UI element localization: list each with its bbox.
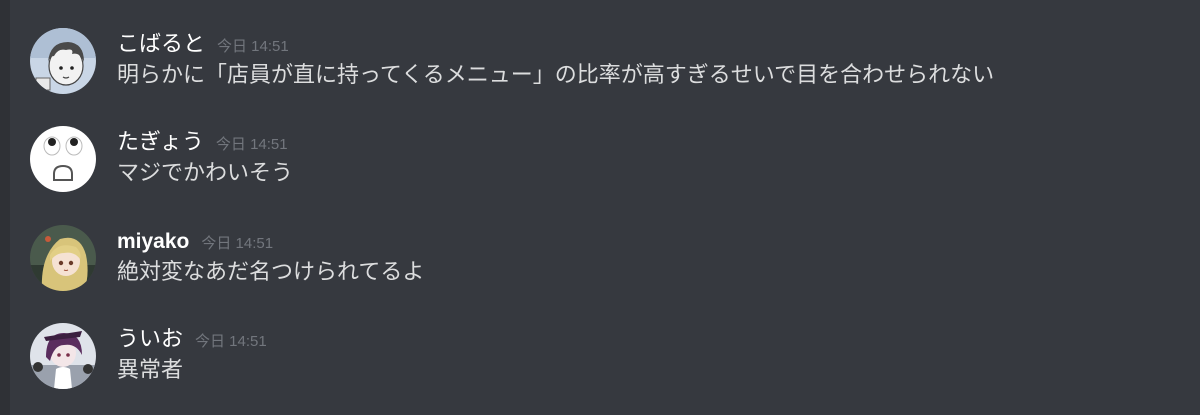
message-header: たぎょう 今日 14:51: [117, 130, 288, 156]
username[interactable]: miyako: [117, 229, 189, 255]
message-item: ういお 今日 14:51 異常者: [0, 323, 1200, 403]
message-item: こばると 今日 14:51 明らかに「店員が直に持ってくるメニュー」の比率が高す…: [0, 28, 1200, 108]
message-item: miyako 今日 14:51 絶対変なあだ名つけられてるよ: [0, 225, 1200, 305]
timestamp[interactable]: 今日 14:51: [217, 35, 289, 56]
message-text: 異常者: [117, 358, 184, 383]
message-header: ういお 今日 14:51: [117, 327, 267, 353]
message-text: 絶対変なあだ名つけられてるよ: [117, 260, 425, 285]
message-text: 明らかに「店員が直に持ってくるメニュー」の比率が高すぎるせいで目を合わせられない: [117, 63, 995, 88]
message-header: こばると 今日 14:51: [117, 32, 289, 58]
message-item: たぎょう 今日 14:51 マジでかわいそう: [0, 126, 1200, 206]
username[interactable]: ういお: [117, 327, 183, 353]
timestamp[interactable]: 今日 14:51: [216, 133, 288, 154]
message-header: miyako 今日 14:51: [117, 229, 273, 255]
username[interactable]: こばると: [117, 32, 205, 58]
chat-messages-pane: こばると 今日 14:51 明らかに「店員が直に持ってくるメニュー」の比率が高す…: [0, 0, 1200, 415]
avatar-kobaruto-icon[interactable]: [30, 28, 96, 94]
message-text: マジでかわいそう: [117, 161, 294, 186]
timestamp[interactable]: 今日 14:51: [195, 330, 267, 351]
username[interactable]: たぎょう: [117, 130, 204, 156]
timestamp[interactable]: 今日 14:51: [201, 232, 273, 253]
avatar-miyako-icon[interactable]: [30, 225, 96, 291]
avatar-tagyou-icon[interactable]: [30, 126, 96, 192]
avatar-uio-icon[interactable]: [30, 323, 96, 389]
